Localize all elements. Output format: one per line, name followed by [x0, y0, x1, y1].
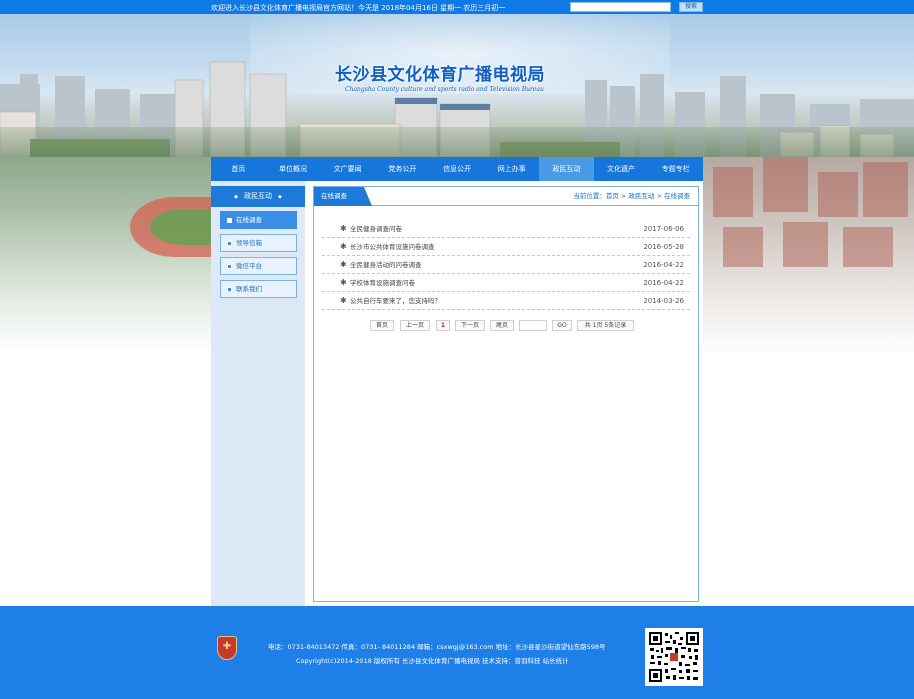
list-item-date: 2017-06-06 [643, 225, 684, 233]
main-nav: 首页 单位概况 文广要闻 党务公开 信息公开 网上办事 政民互动 文化遗产 专题… [211, 157, 703, 181]
content-header: 在线调查 当前位置：首页 > 政民互动 > 在线调查 [314, 187, 698, 206]
top-bar: 欢迎进入长沙县文化体育广播电视局官方网站！ 今天是 2018年04月16日 星期… [0, 0, 914, 14]
site-title: 长沙县文化体育广播电视局 [335, 65, 545, 85]
sidebar-item-label: 领导信箱 [236, 239, 262, 247]
list-item[interactable]: ✱ 全民健身调查问卷 2017-06-06 [322, 220, 690, 238]
nav-item-info-disclosure[interactable]: 信息公开 [430, 157, 485, 181]
square-bullet-icon [227, 263, 232, 269]
sidebar-item-label: 联系我们 [236, 285, 262, 293]
list-item[interactable]: ✱ 全民健身活动的问卷调查 2016-04-22 [322, 256, 690, 274]
diamond-icon: ◆ [278, 194, 282, 200]
asterisk-bullet-icon: ✱ [340, 224, 347, 233]
list-item-title[interactable]: 全民健身调查问卷 [350, 220, 402, 238]
sidebar-item-label: 微信平台 [236, 262, 262, 270]
current-page-button[interactable]: 1 [436, 320, 450, 331]
asterisk-bullet-icon: ✱ [340, 242, 347, 251]
list-item-date: 2014-03-26 [643, 297, 684, 305]
search-button[interactable]: 搜索 [679, 2, 703, 12]
next-page-button[interactable]: 下一页 [455, 320, 485, 331]
content-panel: 在线调查 当前位置：首页 > 政民互动 > 在线调查 ✱ 全民健身调查问卷 20… [313, 186, 699, 602]
qr-code-image [645, 628, 703, 686]
page-number-input[interactable] [519, 320, 547, 331]
nav-item-party-affairs[interactable]: 党务公开 [375, 157, 430, 181]
list-item-date: 2016-05-28 [643, 243, 684, 251]
square-bullet-icon [227, 217, 232, 223]
nav-item-news[interactable]: 文广要闻 [320, 157, 375, 181]
right-background-scene [703, 157, 914, 357]
list-item-date: 2016-04-22 [643, 279, 684, 287]
list-item-title[interactable]: 学校体育设施调查问卷 [350, 274, 415, 292]
last-page-button[interactable]: 尾页 [490, 320, 514, 331]
list-item-title[interactable]: 全民健身活动的问卷调查 [350, 256, 422, 274]
sidebar-item-contact-us[interactable]: 联系我们 [220, 280, 297, 298]
go-button[interactable]: GO [552, 320, 572, 331]
asterisk-bullet-icon: ✱ [340, 296, 347, 305]
first-page-button[interactable]: 首页 [370, 320, 394, 331]
list-item-date: 2016-04-22 [643, 261, 684, 269]
page-summary: 共 1页 5条记录 [577, 320, 634, 331]
content-tab: 在线调查 [314, 187, 372, 206]
sidebar-item-wechat-platform[interactable]: 微信平台 [220, 257, 297, 275]
list-item-title[interactable]: 公共自行车要来了，您支持吗？ [350, 292, 441, 310]
list-item[interactable]: ✱ 长沙市公共体育设施问卷调查 2016-05-28 [322, 238, 690, 256]
list-item[interactable]: ✱ 公共自行车要来了，您支持吗？ 2014-03-26 [322, 292, 690, 310]
left-background-scene [0, 157, 220, 357]
banner-ground [0, 127, 914, 157]
main-panel: ◆ 政民互动 ◆ 在线调查 领导信箱 微信平台 联系我们 在线调查 当前位置：首页 … [211, 181, 703, 606]
search-input[interactable] [570, 2, 671, 12]
footer-contact: 电话：0731-84013472 传真：0731- 84011284 邮箱：cs… [268, 643, 606, 651]
square-bullet-icon [227, 286, 232, 292]
breadcrumb[interactable]: 当前位置：首页 > 政民互动 > 在线调查 [573, 187, 690, 206]
list-item[interactable]: ✱ 学校体育设施调查问卷 2016-04-22 [322, 274, 690, 292]
nav-item-interaction[interactable]: 政民互动 [539, 157, 594, 181]
site-subtitle: Changsha County culture and sports radio… [345, 86, 544, 93]
nav-item-online-services[interactable]: 网上办事 [484, 157, 539, 181]
footer-copyright: Copyright(c)2014-2018 版权所有 长沙县文化体育广播电视局 … [296, 657, 569, 665]
pagination: 首页 上一页 1 下一页 尾页 GO 共 1页 5条记录 [314, 320, 698, 332]
sidebar-title-label: 政民互动 [244, 192, 272, 200]
banner: 长沙县文化体育广播电视局 Changsha County culture and… [0, 14, 914, 157]
diamond-icon: ◆ [234, 194, 238, 200]
survey-list: ✱ 全民健身调查问卷 2017-06-06 ✱ 长沙市公共体育设施问卷调查 20… [322, 220, 690, 310]
nav-item-topics[interactable]: 专题专栏 [648, 157, 703, 181]
footer: ✚ 电话：0731-84013472 传真：0731- 84011284 邮箱：… [0, 606, 914, 699]
asterisk-bullet-icon: ✱ [340, 260, 347, 269]
nav-item-heritage[interactable]: 文化遗产 [594, 157, 649, 181]
residential-buildings-image [713, 157, 908, 267]
list-item-title[interactable]: 长沙市公共体育设施问卷调查 [350, 238, 435, 256]
sports-field-image [150, 209, 220, 245]
square-bullet-icon [227, 240, 232, 246]
prev-page-button[interactable]: 上一页 [400, 320, 430, 331]
sidebar-item-online-survey[interactable]: 在线调查 [220, 211, 297, 229]
asterisk-bullet-icon: ✱ [340, 278, 347, 287]
sidebar-title: ◆ 政民互动 ◆ [211, 186, 305, 207]
date-text: 今天是 2018年04月16日 星期一 农历三月初一 [358, 4, 506, 12]
police-badge-icon[interactable]: ✚ [217, 636, 237, 660]
nav-item-home[interactable]: 首页 [211, 157, 266, 181]
sidebar-item-leader-mailbox[interactable]: 领导信箱 [220, 234, 297, 252]
sidebar: ◆ 政民互动 ◆ 在线调查 领导信箱 微信平台 联系我们 [211, 181, 305, 606]
welcome-text: 欢迎进入长沙县文化体育广播电视局官方网站！ [211, 4, 358, 12]
nav-item-about[interactable]: 单位概况 [266, 157, 321, 181]
sidebar-item-label: 在线调查 [236, 216, 262, 224]
